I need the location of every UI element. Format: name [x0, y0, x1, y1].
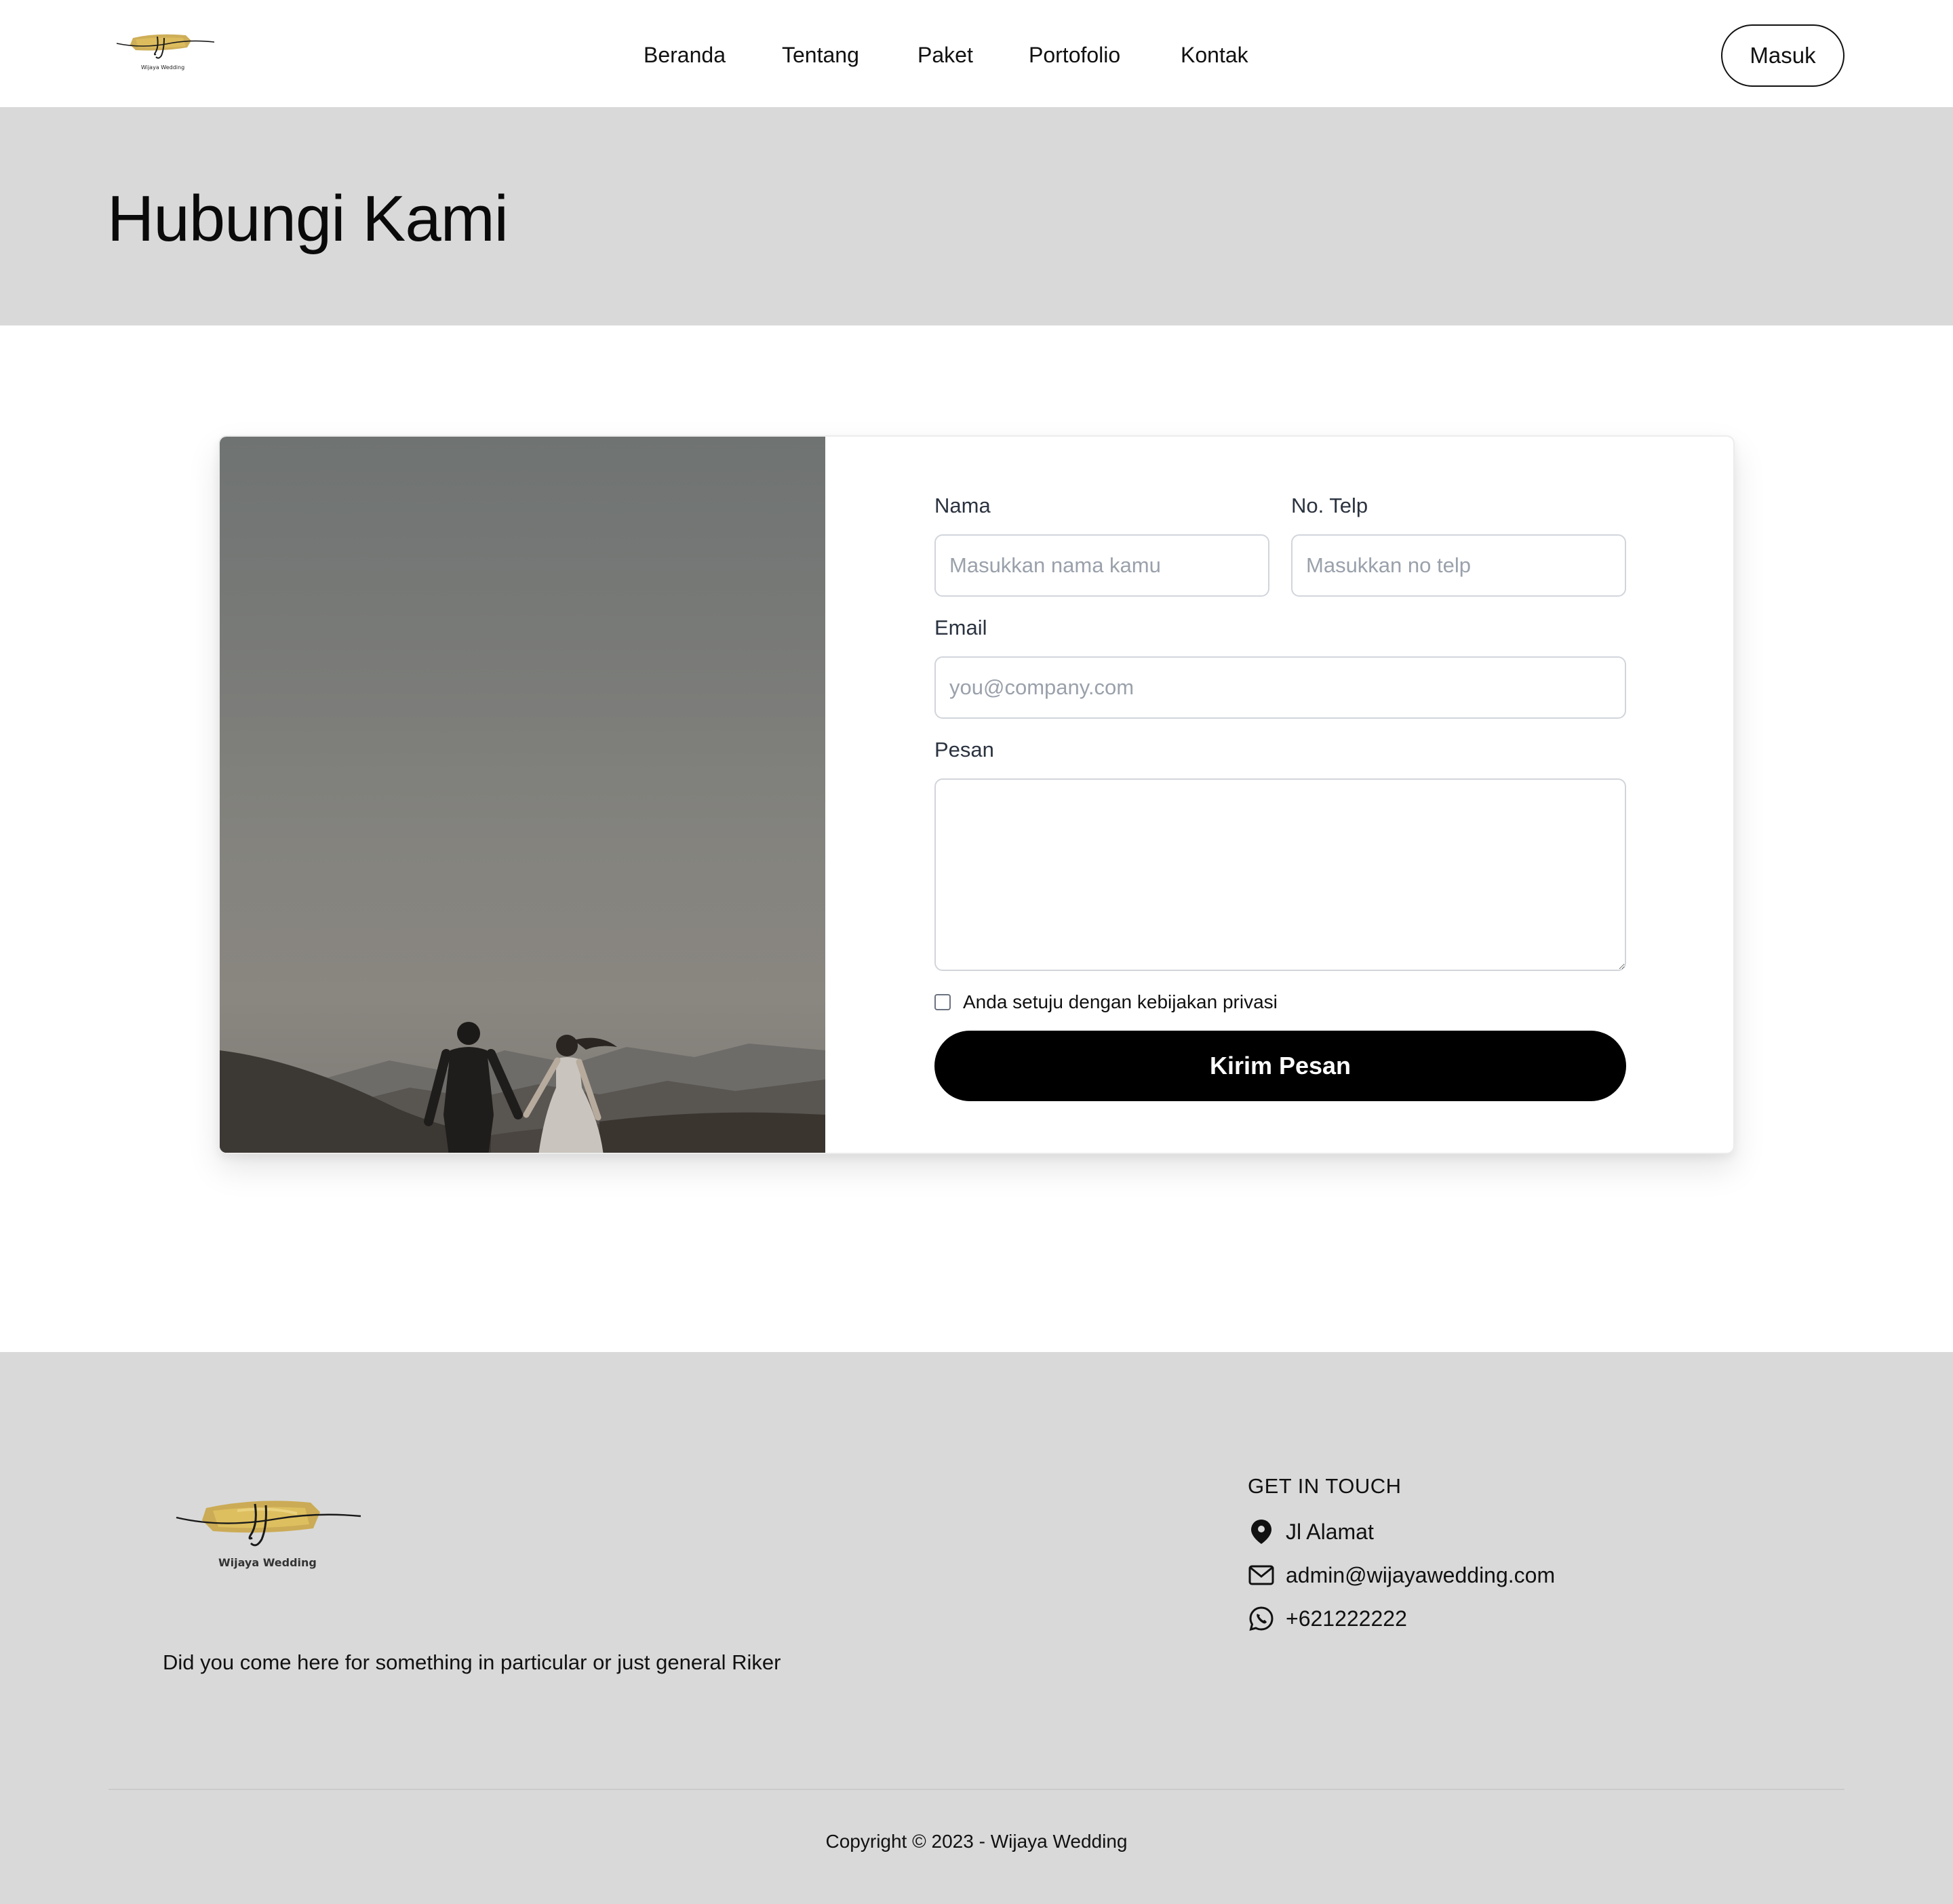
page-title: Hubungi Kami	[107, 182, 509, 255]
phone-input[interactable]	[1291, 534, 1626, 597]
contact-phone-text[interactable]: +621222222	[1286, 1606, 1407, 1631]
contact-email-text[interactable]: admin@wijayawedding.com	[1286, 1563, 1555, 1588]
message-label: Pesan	[934, 738, 994, 761]
copyright-text: Copyright © 2023 - Wijaya Wedding	[825, 1831, 1128, 1852]
footer-description: Did you come here for something in parti…	[163, 1650, 781, 1674]
site-header: Wijaya Wedding Beranda Tentang Paket Por…	[0, 0, 1953, 107]
mail-icon	[1248, 1562, 1275, 1589]
nav-item-kontak[interactable]: Kontak	[1181, 38, 1248, 72]
whatsapp-icon	[1248, 1605, 1275, 1632]
privacy-label: Anda setuju dengan kebijakan privasi	[963, 991, 1278, 1012]
nav-item-paket[interactable]: Paket	[918, 38, 973, 72]
contact-form: Nama No. Telp Email Pesan Anda setuju de…	[934, 437, 1626, 1153]
privacy-checkbox[interactable]	[934, 994, 951, 1010]
contact-phone[interactable]: +621222222	[1248, 1603, 1407, 1634]
email-input[interactable]	[934, 656, 1626, 719]
name-input[interactable]	[934, 534, 1269, 597]
name-label: Nama	[934, 494, 991, 517]
nav-item-tentang[interactable]: Tentang	[782, 38, 859, 72]
main-nav: Beranda Tentang Paket Portofolio Kontak	[0, 38, 1953, 72]
contact-heading: GET IN TOUCH	[1248, 1474, 1402, 1498]
nav-item-beranda[interactable]: Beranda	[644, 38, 726, 72]
couple-photo-illustration	[220, 1022, 825, 1153]
email-label: Email	[934, 616, 987, 639]
contact-email[interactable]: admin@wijayawedding.com	[1248, 1560, 1555, 1591]
send-message-button[interactable]: Kirim Pesan	[934, 1031, 1626, 1101]
map-pin-icon	[1248, 1518, 1275, 1545]
login-button[interactable]: Masuk	[1721, 24, 1844, 87]
footer-logo[interactable]: Wijaya Wedding	[175, 1490, 365, 1579]
site-footer: Wijaya Wedding Did you come here for som…	[0, 1352, 1953, 1904]
couple-photo	[220, 437, 825, 1153]
message-textarea[interactable]	[934, 778, 1626, 971]
contact-address: Jl Alamat	[1248, 1516, 1374, 1547]
footer-divider	[108, 1789, 1844, 1790]
nav-item-portofolio[interactable]: Portofolio	[1029, 38, 1120, 72]
svg-text:Wijaya Wedding: Wijaya Wedding	[218, 1556, 317, 1569]
footer-logo-mark: Wijaya Wedding	[176, 1501, 361, 1569]
privacy-consent: Anda setuju dengan kebijakan privasi	[934, 989, 1278, 1016]
page-banner: Hubungi Kami	[0, 107, 1953, 325]
contact-card: Nama No. Telp Email Pesan Anda setuju de…	[218, 435, 1735, 1154]
phone-label: No. Telp	[1291, 494, 1368, 517]
contact-address-text: Jl Alamat	[1286, 1519, 1374, 1544]
